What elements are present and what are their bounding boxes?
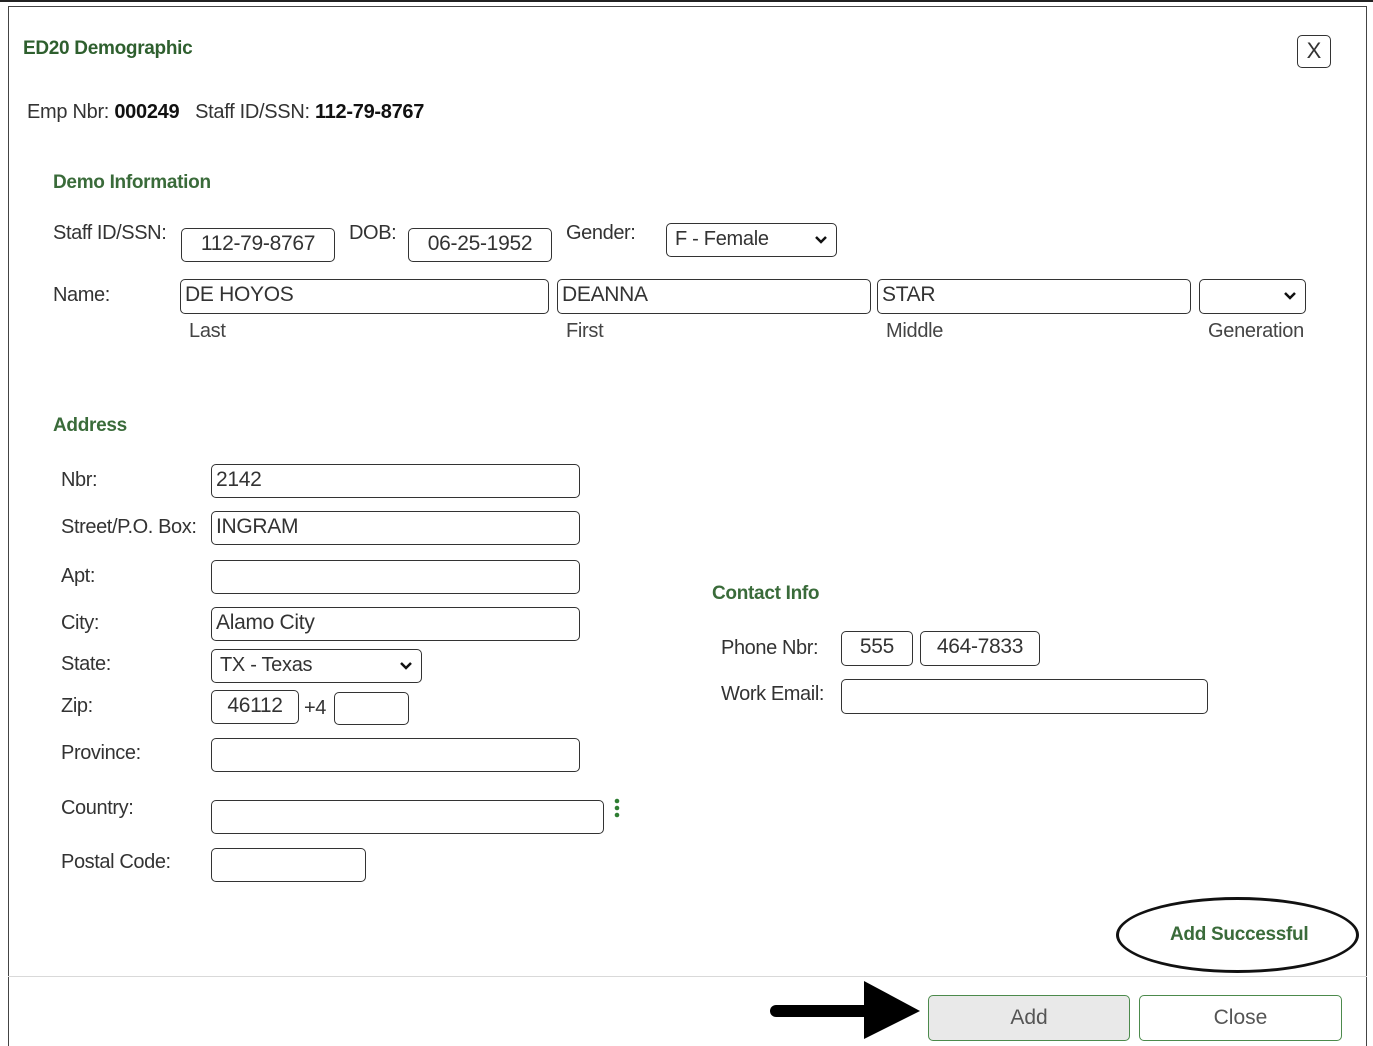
- postal-label: Postal Code:: [61, 851, 171, 873]
- province-field[interactable]: [211, 738, 580, 772]
- status-message: Add Successful: [1170, 924, 1309, 945]
- demo-section-title: Demo Information: [53, 172, 211, 193]
- dialog-title: ED20 Demographic: [23, 38, 193, 59]
- close-button[interactable]: Close: [1139, 995, 1342, 1041]
- first-name-field[interactable]: DEANNA: [557, 279, 871, 314]
- city-field[interactable]: Alamo City: [211, 607, 580, 641]
- chevron-down-icon: [400, 662, 412, 670]
- more-vertical-icon[interactable]: [613, 798, 621, 818]
- street-label: Street/P.O. Box:: [61, 516, 197, 538]
- emp-nbr-value: 000249: [114, 101, 180, 123]
- generation-caption: Generation: [1208, 320, 1304, 342]
- staff-id-field[interactable]: 112-79-8767: [181, 228, 335, 262]
- country-field[interactable]: [211, 800, 604, 834]
- name-label: Name:: [53, 284, 110, 306]
- gender-select-value: F - Female: [675, 228, 769, 250]
- phone-label: Phone Nbr:: [721, 637, 819, 659]
- dob-label: DOB:: [349, 222, 397, 244]
- close-icon[interactable]: X: [1297, 35, 1331, 68]
- emp-nbr-label: Emp Nbr:: [27, 101, 110, 123]
- chevron-down-icon: [1284, 292, 1296, 300]
- nbr-label: Nbr:: [61, 469, 98, 491]
- zip-field[interactable]: 46112: [211, 690, 299, 724]
- staff-id-value: 112-79-8767: [315, 101, 425, 123]
- street-field[interactable]: INGRAM: [211, 511, 580, 545]
- phone-area-field[interactable]: 555: [841, 631, 913, 666]
- apt-field[interactable]: [211, 560, 580, 594]
- chevron-down-icon: [815, 236, 827, 244]
- last-name-field[interactable]: DE HOYOS: [180, 279, 549, 314]
- state-label: State:: [61, 653, 111, 675]
- middle-caption: Middle: [886, 320, 944, 342]
- employee-header: Emp Nbr: 000249 Staff ID/SSN: 112-79-876…: [27, 101, 424, 124]
- city-label: City:: [61, 612, 100, 634]
- state-select[interactable]: TX - Texas: [211, 649, 422, 683]
- dob-field[interactable]: 06-25-1952: [408, 228, 552, 262]
- zip4-field[interactable]: [334, 692, 409, 725]
- footer-divider: [8, 976, 1367, 977]
- state-select-value: TX - Texas: [220, 654, 313, 676]
- province-label: Province:: [61, 742, 141, 764]
- phone-number-field[interactable]: 464-7833: [920, 631, 1040, 666]
- staff-id-field-label: Staff ID/SSN:: [53, 222, 167, 244]
- last-caption: Last: [189, 320, 226, 342]
- first-caption: First: [566, 320, 604, 342]
- zip4-label: +4: [304, 697, 327, 719]
- nbr-field[interactable]: 2142: [211, 464, 580, 498]
- address-section-title: Address: [53, 415, 127, 436]
- top-rule: [0, 0, 1373, 2]
- generation-select[interactable]: [1199, 279, 1306, 314]
- middle-name-field[interactable]: STAR: [877, 279, 1191, 314]
- postal-field[interactable]: [211, 848, 366, 882]
- gender-select[interactable]: F - Female: [666, 223, 837, 257]
- country-label: Country:: [61, 797, 134, 819]
- staff-id-label: Staff ID/SSN:: [195, 101, 310, 123]
- add-button[interactable]: Add: [928, 995, 1130, 1041]
- arrow-right-icon: [770, 981, 920, 1039]
- email-field[interactable]: [841, 679, 1208, 714]
- gender-label: Gender:: [566, 222, 636, 244]
- contact-section-title: Contact Info: [712, 583, 820, 604]
- apt-label: Apt:: [61, 565, 95, 587]
- zip-label: Zip:: [61, 695, 93, 717]
- email-label: Work Email:: [721, 683, 825, 705]
